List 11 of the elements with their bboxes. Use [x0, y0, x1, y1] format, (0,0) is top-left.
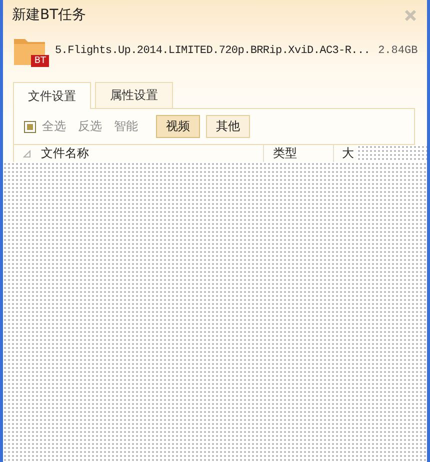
filter-button[interactable]: 其他 — [206, 115, 250, 138]
tab[interactable]: 属性设置 — [95, 82, 173, 108]
file-name: 5.Flights.Up.2014.LIMITED.720p.BRRip.XviD.AC3-R... — [55, 45, 370, 57]
sort-icon — [23, 150, 31, 158]
window-title: 新建BT任务 — [12, 6, 86, 24]
tab[interactable]: 文件设置 — [13, 82, 91, 109]
file-size: 2.84GB — [378, 45, 418, 57]
bt-badge: BT — [31, 55, 49, 67]
filter-button[interactable]: 视频 — [156, 115, 200, 138]
checkbox[interactable] — [24, 120, 36, 132]
column-header[interactable]: 大 — [334, 145, 357, 162]
